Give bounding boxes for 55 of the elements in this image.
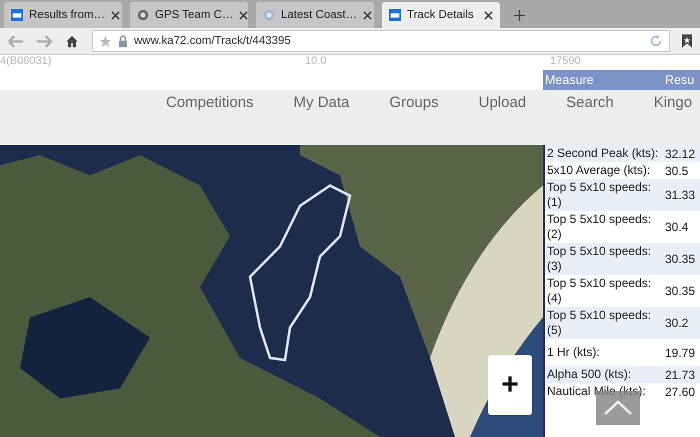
table-cell-text: Top 5 5x10 speeds: (5) bbox=[547, 308, 652, 338]
logo-icon bbox=[137, 9, 149, 21]
table-cell-text: 5x10 Average (kts): bbox=[547, 163, 652, 178]
nav-link[interactable]: Search bbox=[566, 94, 614, 111]
star-icon[interactable] bbox=[99, 34, 112, 48]
table-cell-text: 4(B08031) bbox=[0, 55, 52, 69]
close-icon[interactable] bbox=[239, 10, 248, 20]
table-cell: 30.35 bbox=[665, 284, 696, 298]
close-icon[interactable] bbox=[111, 10, 120, 20]
zoom-in-button[interactable]: + bbox=[488, 355, 532, 415]
nav-link[interactable]: Competitions bbox=[166, 94, 254, 111]
browser-tab[interactable]: GPS Team C… bbox=[130, 2, 248, 28]
site-logo-icon bbox=[389, 9, 401, 21]
close-icon[interactable] bbox=[363, 10, 372, 20]
browser-tab[interactable]: Results from… bbox=[4, 2, 122, 28]
table-cell-text: 2 Second Peak (kts): bbox=[547, 146, 660, 161]
table-cell-text: Top 5 5x10 speeds: (4) bbox=[547, 276, 652, 306]
table-cell: 31.33 bbox=[665, 188, 696, 202]
nav-link[interactable]: Kingo bbox=[654, 94, 692, 111]
table-cell-text: 1 Hr (kts): bbox=[547, 345, 601, 360]
tab-title: GPS Team C… bbox=[155, 9, 234, 21]
table-cell-text: Top 5 5x10 speeds: (3) bbox=[547, 244, 652, 274]
table-cell: 30.2 bbox=[665, 316, 688, 330]
home-icon[interactable] bbox=[64, 34, 80, 48]
new-tab-icon[interactable] bbox=[514, 10, 525, 21]
table-cell: 21.73 bbox=[665, 368, 696, 382]
bookmark-icon[interactable] bbox=[682, 34, 692, 48]
lock-icon bbox=[118, 34, 128, 48]
map-drawing[interactable] bbox=[0, 145, 543, 437]
table-cell-text: Alpha 500 (kts): bbox=[547, 367, 632, 382]
nav-link[interactable]: My Data bbox=[294, 94, 350, 111]
table-cell: 30.35 bbox=[665, 252, 696, 266]
tab-title: Track Details bbox=[407, 9, 475, 21]
globe-icon bbox=[263, 9, 275, 21]
table-cell: 32.12 bbox=[665, 146, 696, 160]
table-cell: 19.79 bbox=[665, 346, 696, 360]
tab-title: Results from… bbox=[29, 9, 106, 21]
nav-link[interactable]: Groups bbox=[389, 94, 439, 111]
column-header: Resu bbox=[665, 73, 694, 87]
close-icon[interactable] bbox=[484, 10, 493, 20]
site-logo-icon bbox=[11, 9, 23, 21]
table-cell-text: 10.0 bbox=[305, 55, 328, 69]
browser-tab[interactable]: Track Details bbox=[382, 2, 500, 28]
address-field[interactable]: www.ka72.com/Track/t/443395 bbox=[92, 30, 670, 52]
tab-title: Latest Coast… bbox=[281, 9, 358, 21]
nav-link[interactable]: Upload bbox=[478, 94, 526, 111]
browser-tab[interactable]: Latest Coast… bbox=[256, 2, 374, 28]
table-cell-text: Top 5 5x10 speeds: (2) bbox=[547, 212, 652, 242]
table-cell: 27.60 bbox=[665, 384, 696, 398]
table-cell-text: Top 5 5x10 speeds: (1) bbox=[547, 180, 652, 210]
table-cell: 30.5 bbox=[665, 164, 688, 178]
table-cell: 30.4 bbox=[665, 220, 688, 234]
column-header: Measure bbox=[545, 73, 595, 87]
table-cell-text: 17590 bbox=[550, 55, 581, 69]
chevron-up-icon bbox=[603, 400, 633, 416]
